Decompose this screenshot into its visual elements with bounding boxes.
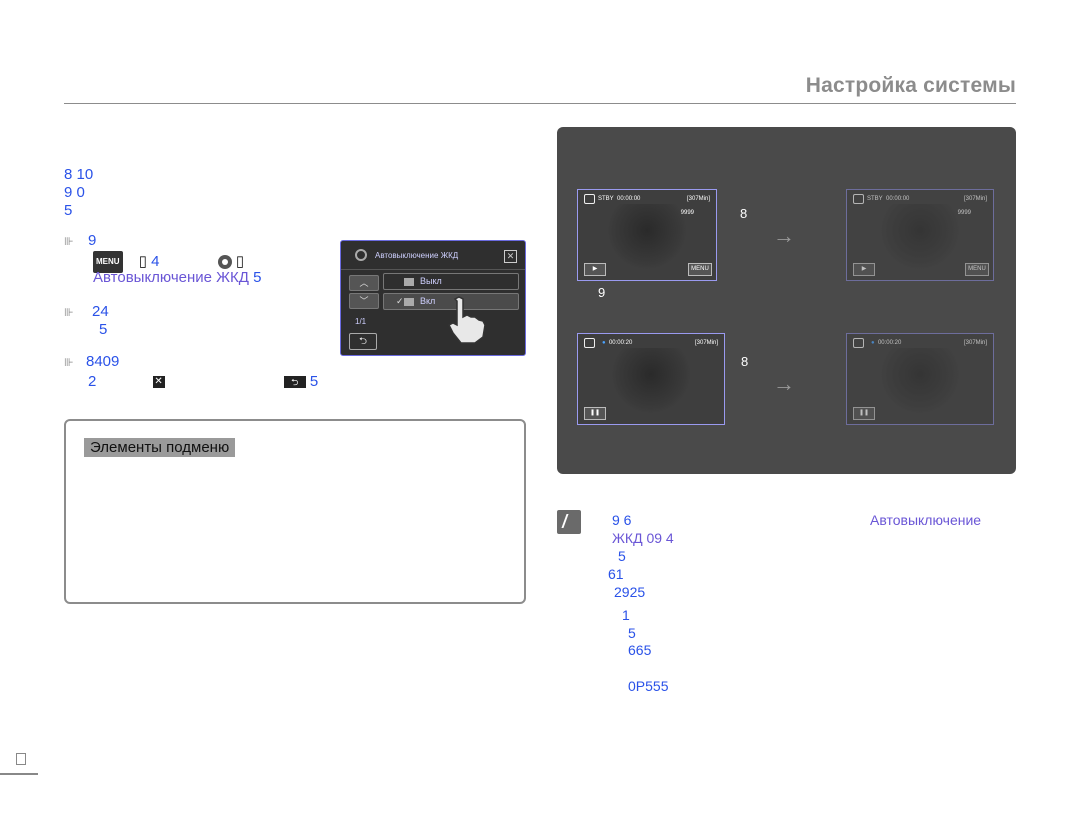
pause-button[interactable]: ❚❚ [584,407,606,420]
gear-icon [355,249,367,261]
close-icon: ✕ [152,376,165,389]
option-off-label: Выкл [420,276,442,286]
timecode-rec: 00:00:20 [608,340,633,346]
step1-a: 4 [151,252,160,270]
remaining-time: [307Min] [694,340,718,346]
timecode-rec: 00:00:20 [877,340,902,346]
step1-num: 9 [88,232,97,249]
note-line-7: 5 [628,625,636,641]
step-marker-icon: ⊪ [64,357,74,369]
rec-status: ● 00:00:20 [602,340,633,346]
scroll-down-button[interactable]: ﹀ [349,293,379,309]
step3-end: 5 [309,373,319,390]
close-icon[interactable]: ✕ [504,250,517,263]
intro-line-1: 8 10 [64,166,94,183]
stby-label: STBY [598,196,614,202]
hand-pointer-icon [447,296,486,344]
subject-silhouette [880,204,960,270]
back-icon: ⮌ [283,376,306,389]
step-label-top-below: 9 [598,285,606,300]
note-line-6: 1 [622,607,630,623]
note-line-1b: Автовыключение [870,512,982,528]
lcd-on-icon [404,297,414,306]
page-number-box [16,753,26,765]
remaining-time: [307Min] [686,196,710,202]
check-icon: ✓ [396,296,404,306]
subject-silhouette [880,348,960,414]
arrow-icon: → [773,223,795,248]
step1-label-end: 5 [253,269,262,286]
note-line-5: 2925 [614,584,646,600]
menu-button: MENU [965,263,989,276]
status-stby: STBY 00:00:00 [598,196,640,202]
remaining-time: [307Min] [963,196,987,202]
note-line-8: 665 [628,642,652,658]
title-rule [64,103,1016,104]
note-line-9: 0P555 [628,678,669,694]
step-marker-icon: ⊪ [64,307,74,319]
step3-num: 8409 [86,353,120,370]
step3-a: 2 [88,373,97,390]
footer-rule [0,773,38,775]
arrow-icon: → [773,371,795,396]
step1-option-label: Автовыключение ЖКД [93,269,249,286]
note-line-2: ЖКД 09 4 [612,530,674,546]
step1-label-line: Автовыключение ЖКД 5 [93,269,261,287]
intro-line-3: 5 [64,202,73,219]
camera-mode-icon [853,338,864,348]
back-button[interactable]: ⮌ [349,333,377,350]
submenu-box: Элементы подменю [64,419,526,604]
note-line-4: 61 [608,566,624,582]
play-button: ▶ [853,263,875,276]
timecode: 00:00:00 [886,196,910,202]
play-button[interactable]: ▶ [584,263,606,276]
note-line-3: 5 [618,548,626,564]
step2-line2: 5 [99,321,108,338]
screen-standby-dimmed: STBY 00:00:00 [307Min] 9999 ▶ MENU [846,189,994,281]
lcd-menu-header: Автовыключение ЖКД ✕ [341,241,525,270]
remaining-time: [307Min] [963,340,987,346]
screen-recording: ● 00:00:20 [307Min] ❚❚ [577,333,725,425]
screen-recording-dimmed: ● 00:00:20 [307Min] ❚❚ [846,333,994,425]
timecode: 00:00:00 [617,196,641,202]
menu-button[interactable]: MENU [688,263,712,276]
page-title: Настройка системы [805,74,1016,97]
scroll-up-button[interactable]: ︿ [349,275,379,291]
submenu-title: Элементы подменю [84,438,236,457]
step3-line: 2 ✕ ⮌ 5 [88,373,318,391]
camera-mode-icon [584,194,595,204]
step-marker-icon: ⊪ [64,236,74,248]
lcd-menu-title: Автовыключение ЖКД [375,251,459,260]
note-pencil-icon [557,510,581,534]
step2-num: 24 [92,303,109,320]
option-on-label: Вкл [420,296,436,306]
intro-line-2: 9 0 [64,184,85,201]
camera-mode-icon [853,194,864,204]
lcd-off-icon [404,277,414,286]
rec-status: ● 00:00:20 [871,340,902,346]
stby-label: STBY [867,196,883,202]
camera-mode-icon [584,338,595,348]
option-off[interactable]: Выкл [383,273,519,290]
screen-standby: STBY 00:00:00 [307Min] 9999 ▶ MENU [577,189,717,281]
settings-gear-icon [217,255,232,269]
pause-button: ❚❚ [853,407,875,420]
lcd-menu-mock: Автовыключение ЖКД ✕ ︿ ﹀ Выкл ✓ Вкл 1/1 … [340,240,526,356]
subject-silhouette [611,348,691,414]
step-label-top: 8 [740,206,748,221]
subject-silhouette [607,204,687,270]
status-stby: STBY 00:00:00 [867,196,909,202]
note-line-1a: 9 6 [612,512,632,528]
step-label-bottom: 8 [741,354,749,369]
demo-panel: STBY 00:00:00 [307Min] 9999 ▶ MENU 8 9 →… [557,127,1016,474]
page-indicator: 1/1 [355,317,367,326]
